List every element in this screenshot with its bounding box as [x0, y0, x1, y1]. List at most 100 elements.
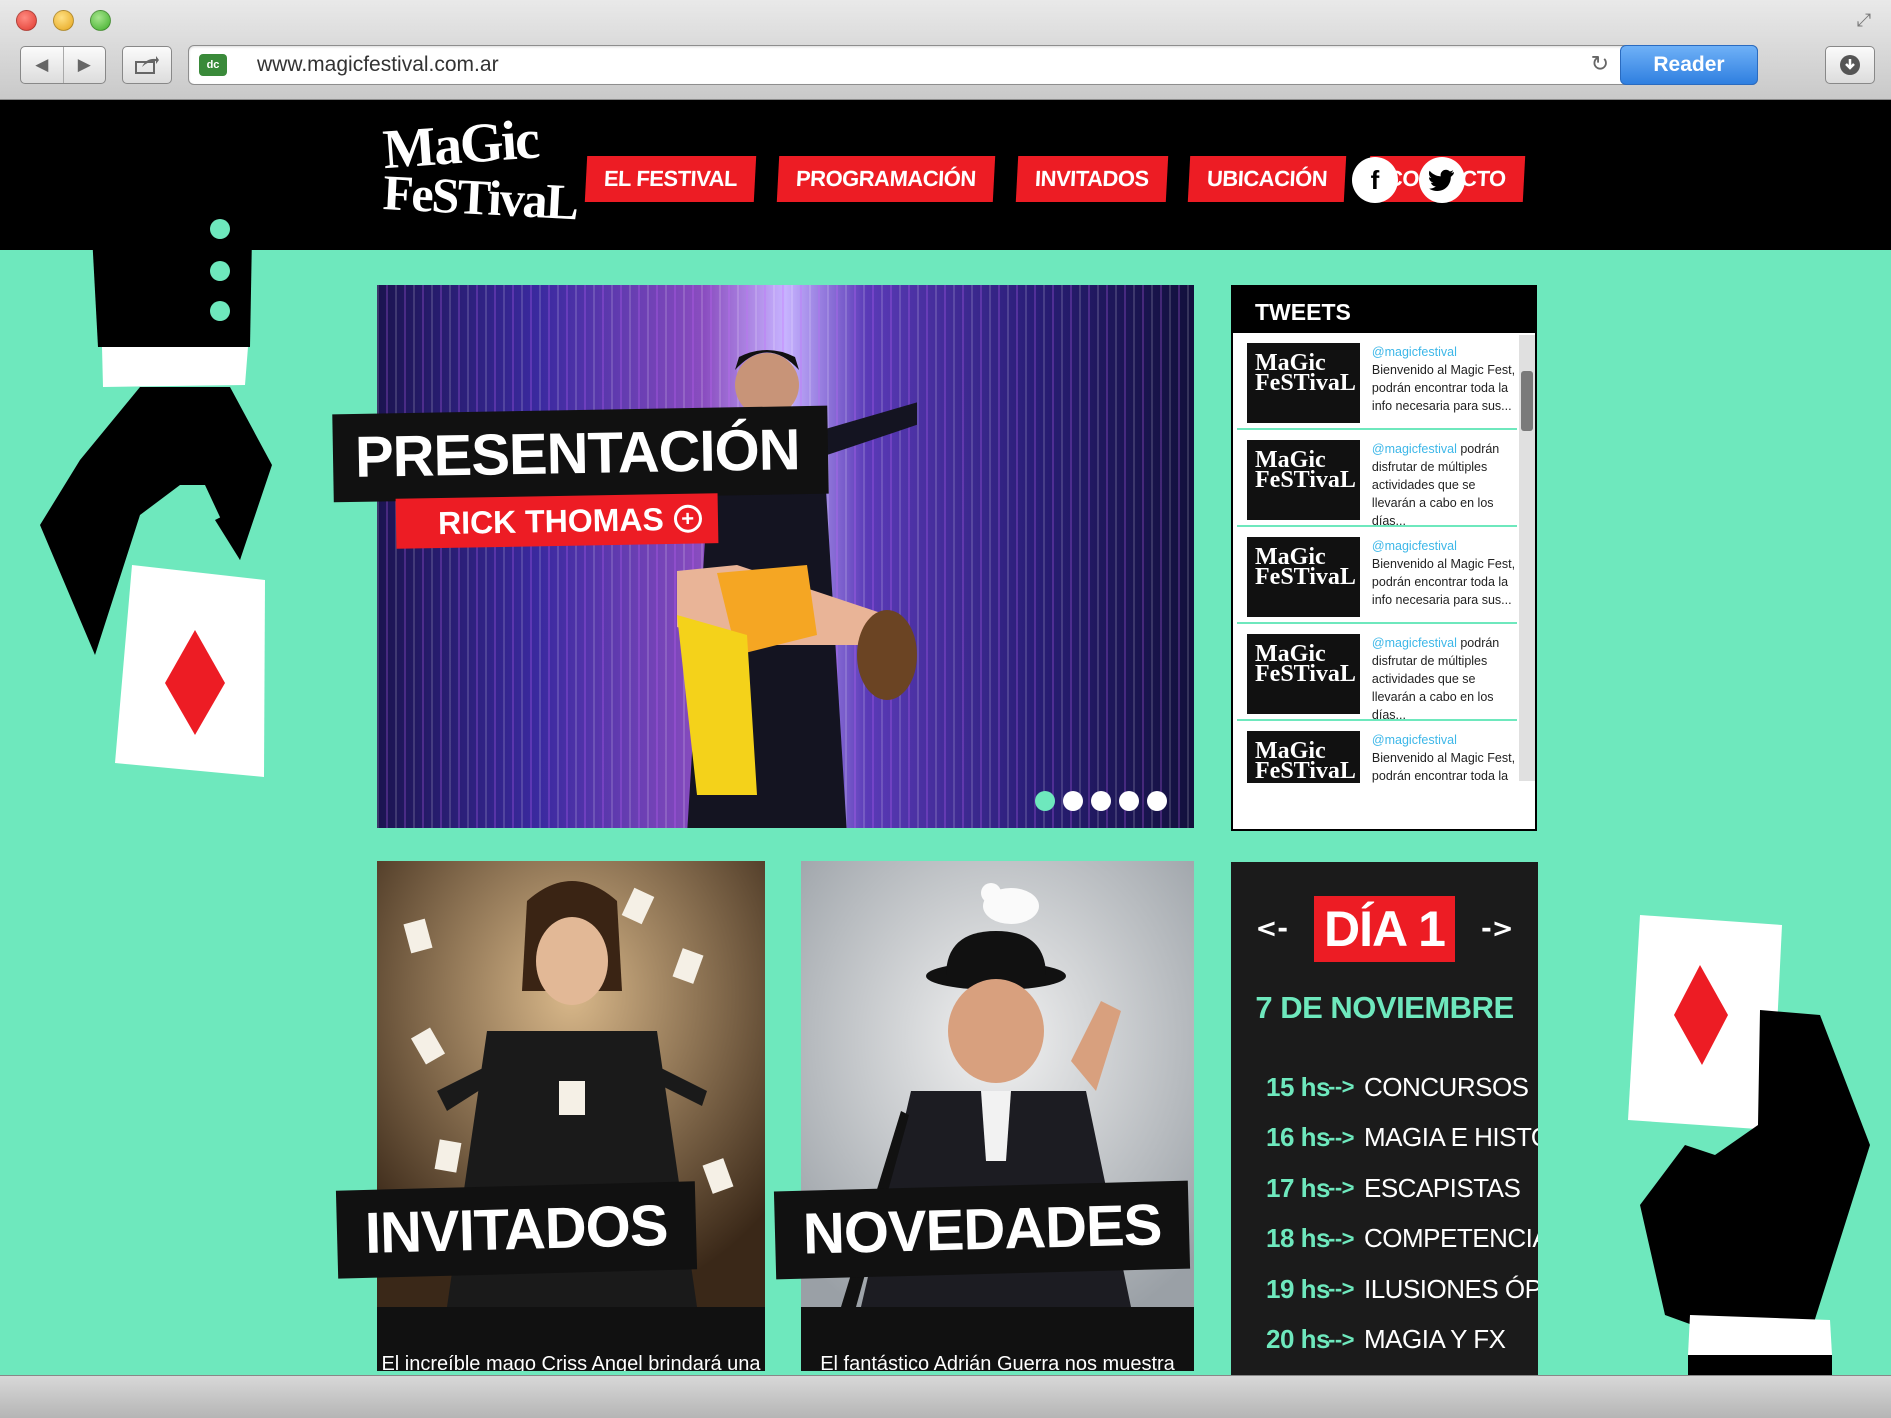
plus-circle-icon: + [673, 504, 702, 533]
nav-ubicacion[interactable]: UBICACIÓN [1188, 156, 1347, 202]
hero-subtitle: RICK THOMAS [437, 501, 665, 542]
tweet-handle[interactable]: @magicfestival [1372, 636, 1457, 650]
site-favicon-icon: dc [199, 54, 227, 76]
tweet-text: @magicfestival Bienvenido al Magic Fest,… [1372, 731, 1517, 783]
url-text[interactable]: www.magicfestival.com.ar [257, 46, 499, 84]
schedule-row[interactable]: 18 hs --> COMPETENCIAS [1266, 1214, 1538, 1265]
minimize-window-button[interactable] [53, 10, 74, 31]
next-day-arrow-icon[interactable]: -> [1481, 914, 1514, 944]
invitados-label[interactable]: INVITADOS [335, 1181, 697, 1279]
schedule-time: 19 hs [1266, 1273, 1331, 1304]
share-icon [135, 56, 159, 74]
download-icon [1840, 55, 1860, 75]
schedule-arrow-icon: --> [1328, 1175, 1355, 1201]
tweet-item[interactable]: MaGic FeSTivaL @magicfestival Bienvenido … [1237, 721, 1517, 783]
close-window-button[interactable] [16, 10, 37, 31]
tweet-body: Bienvenido al Magic Fest, podrán encontr… [1371, 363, 1516, 413]
tweet-avatar: MaGic FeSTivaL [1247, 343, 1360, 423]
novedades-label[interactable]: NOVEDADES [773, 1180, 1191, 1280]
slider-dot-1[interactable] [1035, 791, 1055, 811]
tweet-handle[interactable]: @magicfestival [1372, 442, 1457, 456]
nav-invitados[interactable]: INVITADOS [1015, 156, 1168, 202]
browser-toolbar: ⤢ ◀ ▶ dc www.magicfestival.com.ar ↻ Read… [0, 0, 1891, 100]
hand-holding-card-right-illustration [1628, 915, 1870, 1375]
avatar-line-2: FeSTivaL [1255, 564, 1356, 591]
tweet-item[interactable]: MaGic FeSTivaL @magicfestival podrán disf… [1237, 430, 1517, 528]
tweets-list[interactable]: MaGic FeSTivaL @magicfestival Bienvenido … [1233, 333, 1521, 783]
schedule-row[interactable]: 19 hs --> ILUSIONES ÓPTICAS [1266, 1264, 1538, 1315]
slider-dot-4[interactable] [1119, 791, 1139, 811]
tweet-text: @magicfestival Bienvenido al Magic Fest,… [1372, 343, 1517, 428]
reload-icon[interactable]: ↻ [1591, 46, 1609, 84]
schedule-event: COMPETENCIAS [1364, 1223, 1538, 1254]
history-buttons: ◀ ▶ [20, 46, 106, 84]
schedule-row[interactable]: 20 hs --> MAGIA Y FX [1266, 1315, 1538, 1366]
novedades-excerpt: El fantástico Adrián Guerra nos muestra [801, 1307, 1194, 1371]
reader-button[interactable]: Reader [1620, 45, 1758, 85]
tweet-handle[interactable]: @magicfestival [1372, 539, 1457, 553]
nav-programacion[interactable]: PROGRAMACIÓN [776, 156, 996, 202]
prev-day-arrow-icon[interactable]: <- [1255, 914, 1288, 944]
schedule-time: 20 hs [1266, 1324, 1331, 1355]
tweet-body: Bienvenido al Magic Fest, podrán encontr… [1371, 557, 1516, 607]
tweet-item[interactable]: MaGic FeSTivaL @magicfestival Bienvenido … [1237, 333, 1517, 430]
tweets-panel: TWEETS MaGic FeSTivaL @magicfestival Bien… [1231, 285, 1537, 831]
zoom-window-button[interactable] [90, 10, 111, 31]
hero-subtitle-link[interactable]: RICK THOMAS + [395, 493, 719, 549]
tweet-text: @magicfestival Bienvenido al Magic Fest,… [1372, 537, 1517, 622]
day-label: DÍA 1 [1314, 896, 1455, 962]
tweet-item[interactable]: MaGic FeSTivaL @magicfestival Bienvenido … [1237, 527, 1517, 624]
schedule-time: 17 hs [1266, 1172, 1331, 1203]
facebook-icon[interactable]: f [1352, 157, 1398, 203]
avatar-line-2: FeSTivaL [1255, 467, 1356, 494]
schedule-row[interactable]: 15 hs --> CONCURSOS [1266, 1062, 1538, 1113]
invitados-card[interactable]: El increíble mago Criss Angel brindará u… [377, 861, 765, 1371]
magic-festival-logo[interactable]: MaGic FeSTivaL [381, 109, 579, 231]
tweet-avatar: MaGic FeSTivaL [1247, 537, 1360, 617]
schedule-row[interactable]: 17 hs --> ESCAPISTAS [1266, 1163, 1538, 1214]
address-bar[interactable]: dc www.magicfestival.com.ar ↻ Reader [188, 45, 1758, 85]
slider-dot-3[interactable] [1091, 791, 1111, 811]
back-button[interactable]: ◀ [21, 47, 63, 83]
avatar-line-2: FeSTivaL [1255, 370, 1356, 397]
tweet-text: @magicfestival podrán disfrutar de múlti… [1372, 634, 1517, 722]
tweet-avatar: MaGic FeSTivaL [1247, 634, 1360, 714]
tweet-item[interactable]: MaGic FeSTivaL @magicfestival podrán disf… [1237, 624, 1517, 722]
fullscreen-icon[interactable]: ⤢ [1853, 10, 1875, 32]
schedule-time: 15 hs [1266, 1071, 1331, 1102]
schedule-arrow-icon: --> [1328, 1326, 1355, 1352]
novedades-card[interactable]: El fantástico Adrián Guerra nos muestra [801, 861, 1194, 1371]
schedule-list: 15 hs --> CONCURSOS 16 hs --> MAGIA E HI… [1266, 1062, 1538, 1365]
nav-el-festival[interactable]: EL FESTIVAL [584, 156, 757, 202]
tweet-avatar: MaGic FeSTivaL [1247, 731, 1360, 783]
schedule-event: ILUSIONES ÓPTICAS [1364, 1273, 1538, 1304]
schedule-arrow-icon: --> [1328, 1074, 1355, 1100]
slider-dot-5[interactable] [1147, 791, 1167, 811]
slider-dot-2[interactable] [1063, 791, 1083, 811]
forward-button[interactable]: ▶ [62, 47, 106, 83]
schedule-time: 16 hs [1266, 1122, 1331, 1153]
tweet-handle[interactable]: @magicfestival [1372, 345, 1457, 359]
tweets-scrollbar[interactable] [1519, 335, 1535, 781]
logo-line-2: FeSTivaL [381, 164, 579, 231]
magician-levitation-photo [677, 350, 917, 828]
schedule-date: 7 DE NOVIEMBRE [1255, 990, 1514, 1025]
share-button[interactable] [122, 46, 172, 84]
day-selector: <- DÍA 1 -> [1231, 896, 1538, 962]
hero-slider[interactable] [377, 285, 1194, 828]
twitter-icon[interactable] [1419, 157, 1465, 203]
schedule-arrow-icon: --> [1328, 1276, 1355, 1302]
tweet-handle[interactable]: @magicfestival [1372, 733, 1457, 747]
tweet-avatar: MaGic FeSTivaL [1247, 440, 1360, 520]
avatar-line-2: FeSTivaL [1255, 661, 1356, 688]
site-header: MaGic FeSTivaL EL FESTIVAL PROGRAMACIÓN … [0, 100, 1891, 250]
schedule-event: MAGIA E HISTORIA [1364, 1122, 1538, 1153]
downloads-button[interactable] [1825, 46, 1875, 84]
avatar-line-2: FeSTivaL [1255, 758, 1356, 783]
tweet-text: @magicfestival podrán disfrutar de múlti… [1372, 440, 1517, 528]
schedule-time: 18 hs [1266, 1223, 1331, 1254]
tweets-scrollbar-thumb[interactable] [1521, 371, 1533, 431]
schedule-row[interactable]: 16 hs --> MAGIA E HISTORIA [1266, 1113, 1538, 1164]
schedule-event: MAGIA Y FX [1364, 1324, 1506, 1355]
invitados-excerpt: El increíble mago Criss Angel brindará u… [377, 1307, 765, 1371]
